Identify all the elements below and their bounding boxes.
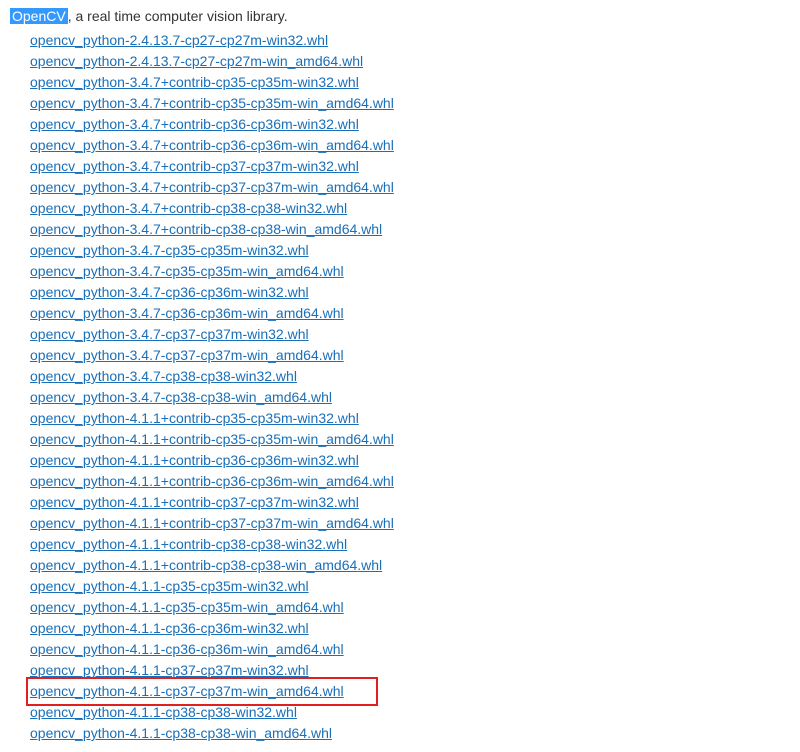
file-link[interactable]: opencv_python-3.4.7+contrib-cp35-cp35m-w… [30,93,394,114]
file-link[interactable]: opencv_python-3.4.7+contrib-cp38-cp38-wi… [30,219,382,240]
file-list: opencv_python-2.4.13.7-cp27-cp27m-win32.… [30,30,790,744]
file-link[interactable]: opencv_python-3.4.7+contrib-cp36-cp36m-w… [30,114,359,135]
file-link[interactable]: opencv_python-3.4.7-cp36-cp36m-win32.whl [30,282,309,303]
file-link[interactable]: opencv_python-4.1.1+contrib-cp35-cp35m-w… [30,429,394,450]
file-link[interactable]: opencv_python-3.4.7+contrib-cp35-cp35m-w… [30,72,359,93]
file-link[interactable]: opencv_python-2.4.13.7-cp27-cp27m-win32.… [30,30,328,51]
file-link[interactable]: opencv_python-3.4.7-cp35-cp35m-win_amd64… [30,261,344,282]
file-link[interactable]: opencv_python-3.4.7+contrib-cp37-cp37m-w… [30,156,359,177]
file-link[interactable]: opencv_python-4.1.1+contrib-cp35-cp35m-w… [30,408,359,429]
file-link[interactable]: opencv_python-3.4.7-cp35-cp35m-win32.whl [30,240,309,261]
file-link[interactable]: opencv_python-4.1.1-cp36-cp36m-win32.whl [30,618,309,639]
file-link[interactable]: opencv_python-4.1.1-cp36-cp36m-win_amd64… [30,639,344,660]
file-link[interactable]: opencv_python-4.1.1+contrib-cp36-cp36m-w… [30,471,394,492]
file-link[interactable]: opencv_python-3.4.7-cp38-cp38-win32.whl [30,366,297,387]
file-link[interactable]: opencv_python-4.1.1+contrib-cp37-cp37m-w… [30,492,359,513]
file-link[interactable]: opencv_python-4.1.1-cp38-cp38-win32.whl [30,702,297,723]
package-name: OpenCV [10,8,68,24]
file-link[interactable]: opencv_python-4.1.1-cp37-cp37m-win32.whl [30,660,309,681]
package-description: , a real time computer vision library. [68,8,288,24]
file-link[interactable]: opencv_python-3.4.7-cp36-cp36m-win_amd64… [30,303,344,324]
file-link[interactable]: opencv_python-3.4.7-cp38-cp38-win_amd64.… [30,387,332,408]
package-header: OpenCV, a real time computer vision libr… [10,8,790,24]
file-link[interactable]: opencv_python-3.4.7+contrib-cp38-cp38-wi… [30,198,347,219]
file-link[interactable]: opencv_python-4.1.1-cp35-cp35m-win32.whl [30,576,309,597]
file-link[interactable]: opencv_python-3.4.7-cp37-cp37m-win_amd64… [30,345,344,366]
file-link[interactable]: opencv_python-4.1.1+contrib-cp38-cp38-wi… [30,534,347,555]
file-link[interactable]: opencv_python-3.4.7+contrib-cp36-cp36m-w… [30,135,394,156]
file-link[interactable]: opencv_python-3.4.7-cp37-cp37m-win32.whl [30,324,309,345]
file-link[interactable]: opencv_python-2.4.13.7-cp27-cp27m-win_am… [30,51,363,72]
file-link[interactable]: opencv_python-3.4.7+contrib-cp37-cp37m-w… [30,177,394,198]
file-link[interactable]: opencv_python-4.1.1+contrib-cp38-cp38-wi… [30,555,382,576]
file-link[interactable]: opencv_python-4.1.1-cp37-cp37m-win_amd64… [30,681,374,702]
file-link[interactable]: opencv_python-4.1.1-cp35-cp35m-win_amd64… [30,597,344,618]
file-link[interactable]: opencv_python-4.1.1+contrib-cp37-cp37m-w… [30,513,394,534]
file-link[interactable]: opencv_python-4.1.1+contrib-cp36-cp36m-w… [30,450,359,471]
